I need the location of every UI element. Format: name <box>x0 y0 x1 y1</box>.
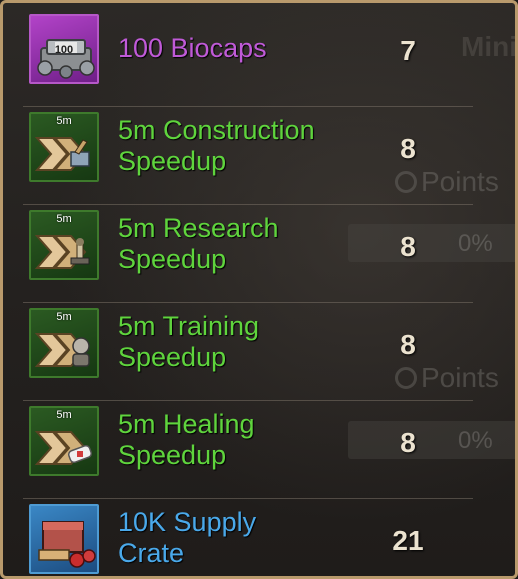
reward-name-line: 5m Healing <box>118 409 255 439</box>
reward-name-line: 5m Construction <box>118 115 315 145</box>
reward-quantity: 8 <box>400 427 416 458</box>
icon-tag: 5m <box>56 115 72 127</box>
reward-name: 10K Supply Crate <box>118 507 256 569</box>
reward-name: 5m Healing Speedup <box>118 409 255 471</box>
reward-quantity: 21 <box>392 525 424 556</box>
reward-name-line: Speedup <box>118 146 227 176</box>
reward-list: 100 100 Biocaps 7 5m 5m Construction Spe… <box>23 9 473 576</box>
reward-quantity: 8 <box>400 329 416 360</box>
reward-name-line: 5m Research <box>118 213 279 243</box>
reward-row: 5m 5m Research Speedup 8 <box>23 205 473 303</box>
reward-name-line: 5m Training <box>118 311 260 341</box>
healing-speedup-icon: 5m <box>29 406 99 476</box>
reward-name: 5m Research Speedup <box>118 213 279 275</box>
reward-name-line: Speedup <box>118 244 227 274</box>
reward-row: 10K Supply Crate 21 <box>23 499 473 576</box>
icon-tag: 5m <box>56 213 72 225</box>
supply-crate-icon <box>29 504 99 574</box>
biocaps-icon: 100 <box>29 14 99 84</box>
reward-name: 5m Training Speedup <box>118 311 259 373</box>
reward-row: 5m 5m Training Speedup 8 <box>23 303 473 401</box>
icon-tag: 5m <box>56 409 72 421</box>
reward-name-line: 100 Biocaps <box>118 33 267 63</box>
reward-name-line: Speedup <box>118 342 227 372</box>
research-speedup-icon: 5m <box>29 210 99 280</box>
reward-row: 100 100 Biocaps 7 <box>23 9 473 107</box>
training-speedup-icon: 5m <box>29 308 99 378</box>
icon-tag: 5m <box>56 311 72 323</box>
reward-name-line: Speedup <box>118 440 227 470</box>
rewards-panel: Mini Points 0% Points 0% 100 100 Biocaps… <box>0 0 518 579</box>
reward-name-line: 10K Supply <box>118 507 257 537</box>
reward-row: 5m 5m Construction Speedup 8 <box>23 107 473 205</box>
reward-name-line: Crate <box>118 538 185 568</box>
icon-tag: 100 <box>54 44 74 56</box>
reward-name: 100 Biocaps <box>118 33 267 64</box>
reward-quantity: 8 <box>400 231 416 262</box>
reward-name: 5m Construction Speedup <box>118 115 315 177</box>
reward-quantity: 7 <box>400 35 416 66</box>
reward-row: 5m 5m Healing Speedup 8 <box>23 401 473 499</box>
reward-quantity: 8 <box>400 133 416 164</box>
construction-speedup-icon: 5m <box>29 112 99 182</box>
